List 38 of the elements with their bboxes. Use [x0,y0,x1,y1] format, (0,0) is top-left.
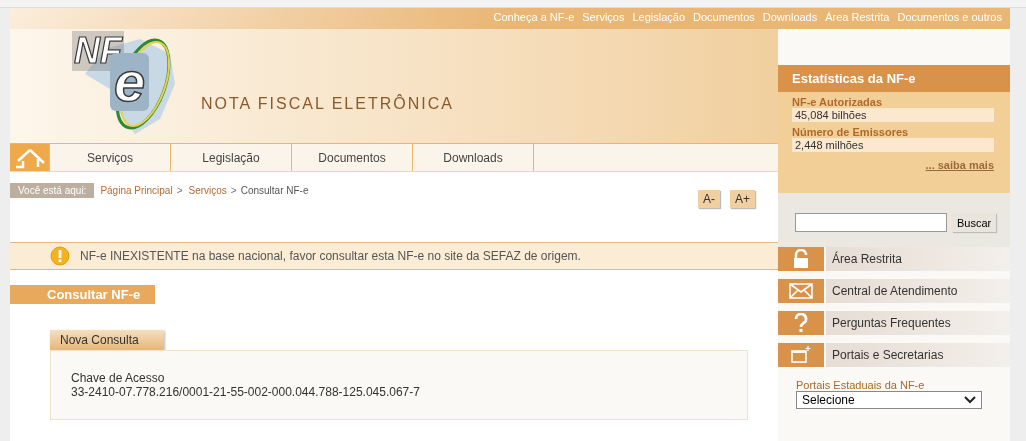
portals-label: Portais Estaduais da NF-e [796,379,926,391]
font-size-button[interactable]: A- [698,190,720,208]
stat-value: 45,084 bilhões [792,108,994,122]
nav-item[interactable]: Documentos [292,144,413,171]
breadcrumb-label: Você está aqui: [10,183,95,198]
site-title: NOTA FISCAL ELETRÔNICA [201,95,454,113]
breadcrumb-separator: > [230,185,237,196]
nav-item[interactable]: Legislação [171,144,292,171]
section-title: Consultar NF-e [10,285,155,304]
side-menu-item[interactable]: Perguntas Frequentes [826,311,1010,335]
breadcrumb-current: Consultar NF-e [240,185,309,196]
breadcrumb-link[interactable]: Serviços [188,185,227,196]
warning-icon [50,246,70,266]
side-menu-item[interactable]: Portais e Secretarias [826,343,1010,367]
search-field[interactable] [795,213,947,232]
breadcrumb-separator: > [176,185,183,196]
home-button[interactable] [10,144,49,171]
new-window-icon [791,346,811,364]
side-menu-item[interactable]: Central de Atendimento [826,279,1010,303]
stat-label: Número de Emissores [792,126,910,138]
state-portal-select[interactable]: Selecione [796,391,982,409]
stat-label: NF-e Autorizadas [792,96,884,108]
side-menu-item[interactable]: Área Restrita [826,247,1010,271]
envelope-icon [789,283,813,299]
logo-letter: e [110,53,150,111]
padlock-icon [791,249,811,269]
stat-value: 2,448 milhões [792,138,994,152]
stats-title: Estatísticas da NF-e [778,65,1010,92]
search-button[interactable]: Buscar [952,213,997,232]
chevron-down-icon [964,396,976,404]
breadcrumb-link[interactable]: Página Principal [100,185,173,196]
field-label: Chave de Acesso [71,371,166,385]
nav-item[interactable]: Downloads [413,144,534,171]
nav-item[interactable]: Serviços [49,144,171,171]
question-icon [794,313,808,333]
access-key: 33-2410-07.778.216/0001-21-55-002-000.044.788-125.045.067-7 [71,385,727,399]
font-size-button[interactable]: A+ [730,190,755,208]
alert-message: NF-e INEXISTENTE na base nacional, favor consultar esta NF-e no site da SEFAZ de origem. [80,249,581,263]
